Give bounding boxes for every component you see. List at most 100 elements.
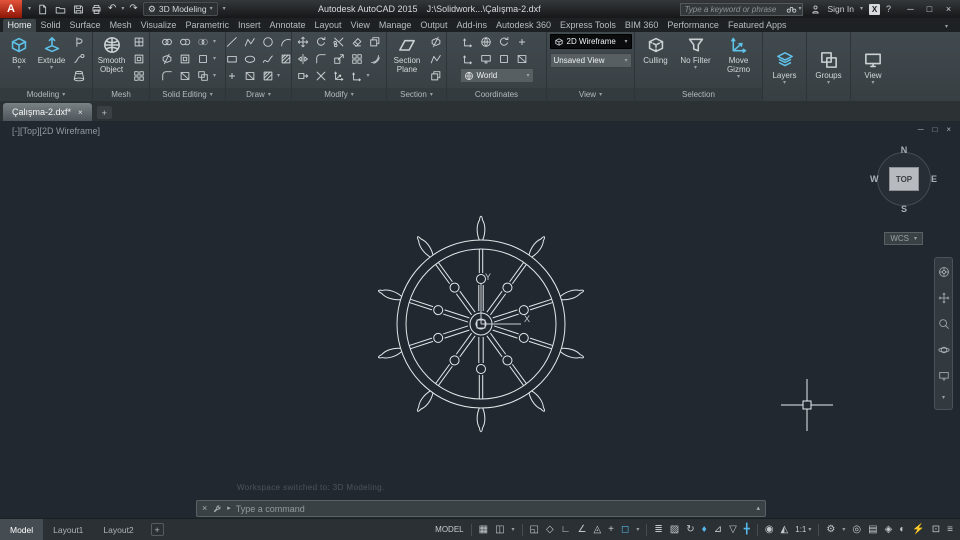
- search-dropdown-icon[interactable]: ▾: [798, 6, 801, 12]
- named-view-combo[interactable]: Unsaved View ▾: [549, 53, 632, 68]
- selection-filter-icon[interactable]: ▽: [729, 524, 737, 535]
- undo-button[interactable]: ↶: [108, 4, 116, 14]
- viewport-controls-label[interactable]: [-][Top][2D Wireframe]: [12, 126, 100, 136]
- lock-ui-icon[interactable]: ◈: [885, 524, 893, 535]
- viewcube-east-label[interactable]: E: [931, 174, 937, 184]
- snap-dropdown-icon[interactable]: ▾: [512, 527, 515, 533]
- add-jog-icon[interactable]: [427, 51, 444, 66]
- tab-addins[interactable]: Add-ins: [452, 19, 492, 32]
- tab-parametric[interactable]: Parametric: [181, 19, 234, 32]
- panel-label-draw[interactable]: Draw ▾: [226, 88, 291, 101]
- restore-button[interactable]: □: [920, 0, 939, 18]
- workspace-switcher[interactable]: ⚙ 3D Modeling ▾: [142, 2, 218, 16]
- viewcube-wcs-menu[interactable]: WCS ▾: [884, 232, 923, 245]
- layout-tab-model[interactable]: Model: [0, 519, 44, 540]
- mesh-refine-icon[interactable]: [130, 68, 147, 83]
- draw-point-icon[interactable]: [223, 68, 240, 83]
- panel-label-view[interactable]: View ▾: [547, 88, 634, 101]
- tab-output[interactable]: Output: [416, 19, 452, 32]
- draw-ellipse-icon[interactable]: [241, 51, 258, 66]
- viewcube-top-face[interactable]: TOP: [889, 167, 919, 191]
- command-close-icon[interactable]: ×: [202, 504, 207, 513]
- doc-close-icon[interactable]: ×: [946, 125, 951, 134]
- layout-tab-layout1[interactable]: Layout1: [43, 519, 93, 540]
- ucs-combo[interactable]: World ▾: [459, 68, 534, 83]
- undo-dropdown-icon[interactable]: ▾: [121, 6, 124, 12]
- close-button[interactable]: ×: [939, 0, 958, 18]
- tab-visualize[interactable]: Visualize: [136, 19, 181, 32]
- offset-icon[interactable]: [367, 51, 384, 66]
- trim-icon[interactable]: [331, 34, 348, 49]
- sign-in-button[interactable]: Sign In: [828, 4, 854, 14]
- section-plane-button[interactable]: Section Plane: [389, 34, 425, 88]
- draw-rectangle-icon[interactable]: [223, 51, 240, 66]
- 3d-align-icon[interactable]: [349, 68, 366, 83]
- viewcube-west-label[interactable]: W: [870, 174, 879, 184]
- smooth-more-icon[interactable]: [130, 51, 147, 66]
- draw-polyline-icon[interactable]: [241, 34, 258, 49]
- fillet-edge-icon[interactable]: [159, 68, 176, 83]
- copy-icon[interactable]: [367, 34, 384, 49]
- filter-button[interactable]: No Filter ▾: [676, 34, 716, 88]
- chevron-down-icon[interactable]: ▾: [367, 73, 370, 79]
- tab-manage[interactable]: Manage: [374, 19, 416, 32]
- tab-featured-apps[interactable]: Featured Apps: [723, 19, 791, 32]
- ucs-origin-icon[interactable]: [514, 34, 531, 49]
- chevron-down-icon[interactable]: ▾: [213, 73, 216, 79]
- fillet-icon[interactable]: [313, 51, 330, 66]
- explode-icon[interactable]: [313, 68, 330, 83]
- 3d-move-icon[interactable]: [331, 68, 348, 83]
- file-tab-active[interactable]: Çalışma-2.dxf* ×: [3, 103, 92, 121]
- panel-label-section[interactable]: Section ▾: [387, 88, 446, 101]
- ucs-view-icon[interactable]: [478, 51, 495, 66]
- panel-label-coordinates[interactable]: Coordinates: [447, 88, 546, 101]
- minimize-button[interactable]: ─: [901, 0, 920, 18]
- clean-screen-icon[interactable]: ⊡: [932, 524, 940, 535]
- quick-properties-icon[interactable]: ▤: [868, 524, 877, 535]
- lineweight-icon[interactable]: ≣: [654, 524, 662, 535]
- ucs-z-axis-icon[interactable]: [460, 51, 477, 66]
- tab-surface[interactable]: Surface: [65, 19, 105, 32]
- panel-label-modeling[interactable]: Modeling ▾: [0, 88, 92, 101]
- shell-icon[interactable]: [177, 51, 194, 66]
- scale-icon[interactable]: [331, 51, 348, 66]
- isometric-drafting-icon[interactable]: ◬: [593, 524, 601, 535]
- application-menu-button[interactable]: A: [0, 0, 22, 18]
- tab-performance[interactable]: Performance: [663, 19, 724, 32]
- tab-mesh[interactable]: Mesh: [105, 19, 136, 32]
- file-tab-close-icon[interactable]: ×: [78, 108, 83, 117]
- draw-gradient-icon[interactable]: [259, 68, 276, 83]
- taper-faces-icon[interactable]: [177, 68, 194, 83]
- annotation-visibility-icon[interactable]: ◉: [765, 524, 774, 535]
- full-navigation-wheel-icon[interactable]: [938, 265, 950, 283]
- union-icon[interactable]: [159, 34, 176, 49]
- draw-region-icon[interactable]: [241, 68, 258, 83]
- workspace-dropdown-icon[interactable]: ▾: [842, 527, 845, 533]
- viewcube[interactable]: N S W E TOP: [870, 145, 937, 214]
- graphics-performance-icon[interactable]: ⚡: [912, 524, 924, 535]
- tab-insert[interactable]: Insert: [233, 19, 265, 32]
- new-layout-button[interactable]: +: [150, 523, 164, 536]
- visual-style-combo[interactable]: 2D Wireframe ▾: [549, 34, 632, 49]
- draw-spline-icon[interactable]: [259, 51, 276, 66]
- osnap-tracking-icon[interactable]: +: [608, 524, 614, 535]
- pan-icon[interactable]: [938, 291, 950, 309]
- open-button[interactable]: [54, 3, 67, 16]
- search-icon[interactable]: [785, 3, 798, 16]
- doc-minimize-icon[interactable]: ─: [918, 125, 924, 134]
- array-icon[interactable]: [349, 51, 366, 66]
- tab-layout[interactable]: Layout: [310, 19, 346, 32]
- smooth-object-button[interactable]: Smooth Object: [95, 34, 128, 88]
- osnap-dropdown-icon[interactable]: ▾: [636, 527, 639, 533]
- sign-in-dropdown-icon[interactable]: ▾: [860, 6, 863, 12]
- search-input[interactable]: [681, 4, 786, 14]
- box-button[interactable]: Box ▾: [5, 34, 33, 88]
- save-button[interactable]: [72, 3, 85, 16]
- mirror-icon[interactable]: [295, 51, 312, 66]
- ucs-icon[interactable]: [460, 34, 477, 49]
- subtract-icon[interactable]: [177, 34, 194, 49]
- view-panel-button[interactable]: View ▾: [853, 34, 893, 101]
- drawing-area[interactable]: [-][Top][2D Wireframe] ─ □ × Y X N S W E…: [0, 121, 960, 518]
- showmotion-icon[interactable]: [938, 369, 950, 387]
- infer-constraints-icon[interactable]: ◱: [530, 524, 539, 535]
